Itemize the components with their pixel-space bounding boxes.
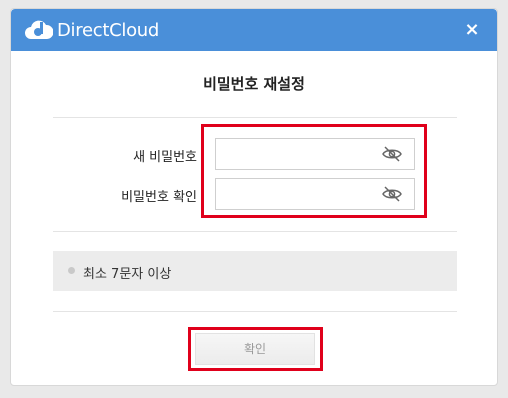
confirm-password-label: 비밀번호 확인 <box>121 190 197 205</box>
cloud-logo-icon <box>25 20 53 39</box>
divider-top <box>53 117 457 118</box>
divider-bottom <box>53 311 457 312</box>
password-reset-dialog: DirectCloud × 비밀번호 재설정 새 비밀번호 비밀번호 확인 최소… <box>10 8 498 386</box>
logo-text: DirectCloud <box>57 19 160 41</box>
new-password-row: 새 비밀번호 <box>11 138 497 170</box>
new-password-label: 새 비밀번호 <box>133 150 197 165</box>
directcloud-logo: DirectCloud <box>25 18 159 42</box>
new-password-input[interactable] <box>222 140 386 170</box>
password-requirement-hint: 최소 7문자 이상 <box>53 251 457 291</box>
eye-slash-icon[interactable] <box>382 146 402 162</box>
confirm-password-row: 비밀번호 확인 <box>11 178 497 210</box>
confirm-button[interactable]: 확인 <box>195 333 315 365</box>
page-title: 비밀번호 재설정 <box>203 75 305 93</box>
eye-slash-icon[interactable] <box>382 186 402 202</box>
bullet-icon <box>68 267 75 274</box>
new-password-field <box>215 138 415 170</box>
divider-middle <box>53 231 457 232</box>
hint-text: 최소 7문자 이상 <box>83 267 172 282</box>
close-button[interactable]: × <box>461 19 483 41</box>
dialog-header: DirectCloud × <box>11 9 497 51</box>
confirm-password-input[interactable] <box>222 180 386 210</box>
confirm-password-field <box>215 178 415 210</box>
